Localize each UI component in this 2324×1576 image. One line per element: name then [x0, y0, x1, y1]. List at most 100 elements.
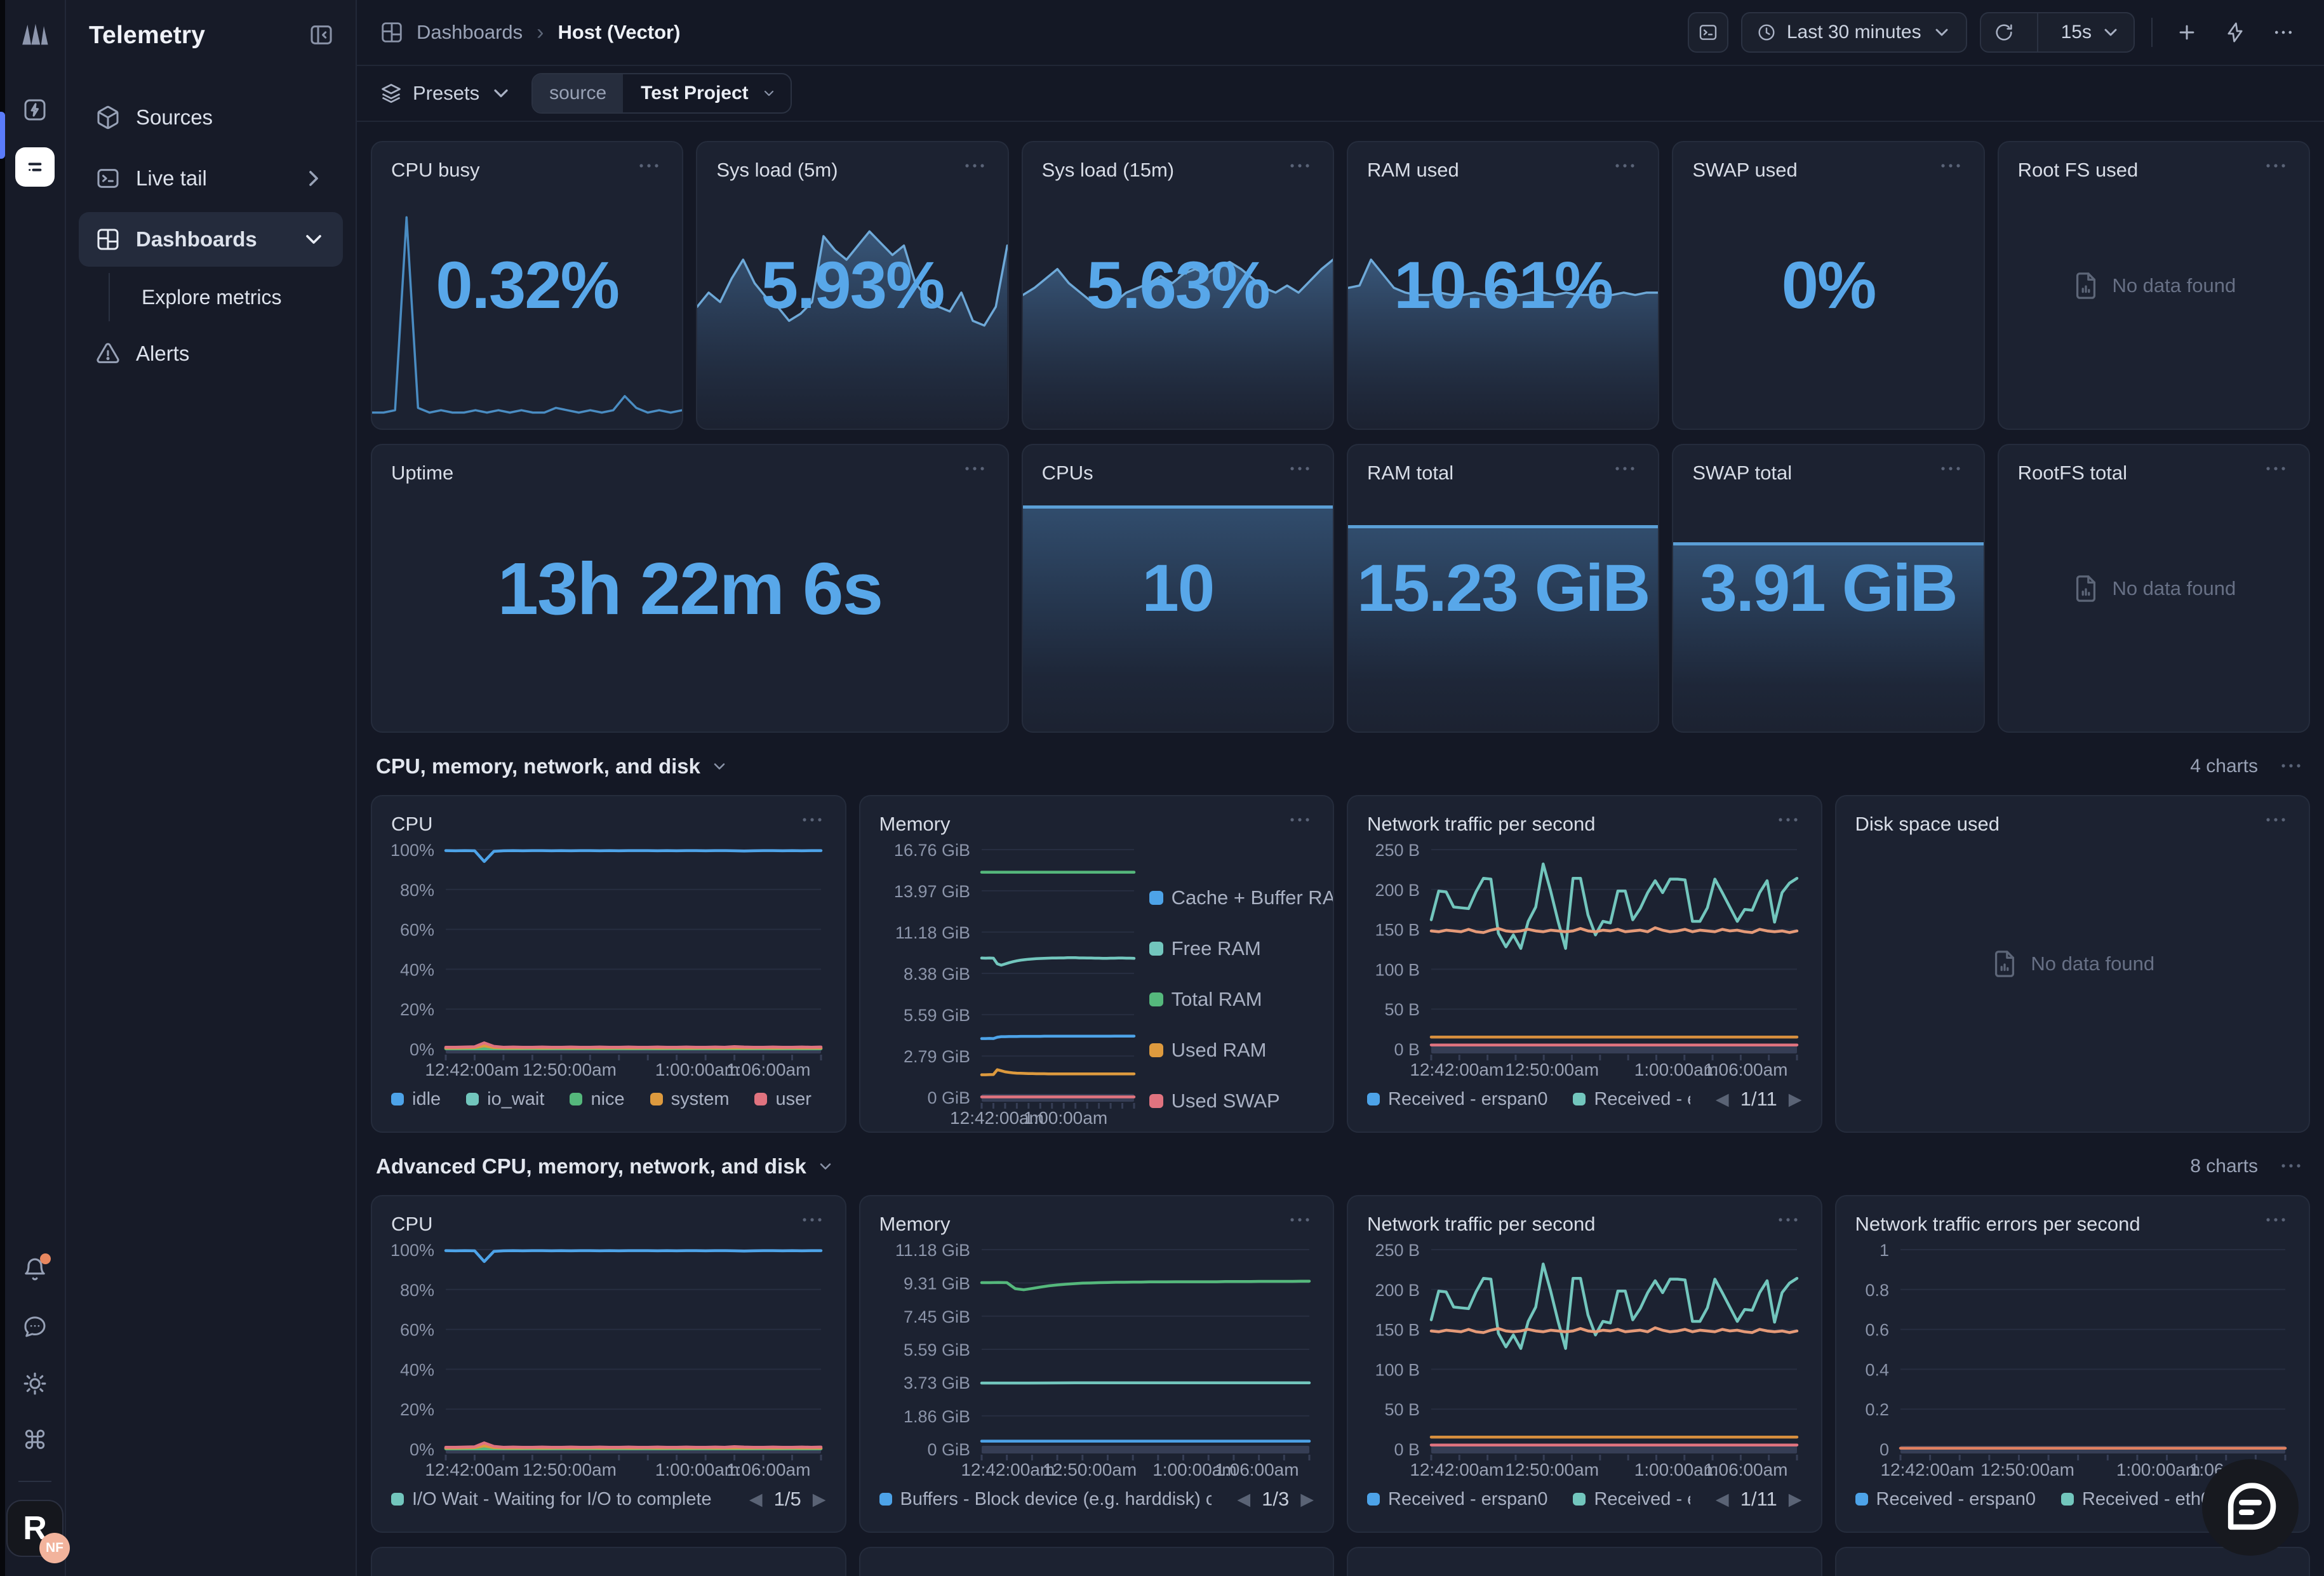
refresh-button[interactable]	[1981, 13, 2027, 51]
chart-plot[interactable]: 16.76 GiB13.97 GiB11.18 GiB8.38 GiB5.59 …	[878, 839, 1140, 1132]
card-title: SWAP used	[1692, 159, 1797, 182]
legend-item-label: nice	[591, 1089, 624, 1110]
add-panel-button[interactable]	[2169, 15, 2205, 50]
card-menu-button[interactable]	[798, 813, 826, 828]
card-menu-button[interactable]	[2262, 813, 2290, 828]
partial-card	[1347, 1547, 1822, 1576]
card-header: Root FS used	[1999, 142, 2309, 182]
sidebar-item-alerts[interactable]: Alerts	[79, 326, 343, 381]
no-data-indicator: No data found	[1836, 796, 2309, 1132]
pager-prev-button[interactable]: ◀	[1716, 1490, 1729, 1509]
support-chat-button[interactable]	[2202, 1459, 2299, 1556]
card-menu-button[interactable]	[1286, 813, 1314, 828]
legend-chip	[1149, 891, 1163, 905]
card-menu-button[interactable]	[1774, 813, 1802, 828]
collapse-sidebar-button[interactable]	[307, 22, 335, 50]
card-header: Disk space used	[1836, 796, 2309, 836]
quickstart-nav-button[interactable]	[15, 90, 55, 130]
legend-item: Used SWAP	[1149, 1090, 1280, 1112]
pager-next-button[interactable]: ▶	[1300, 1490, 1314, 1509]
terminal-button[interactable]	[1688, 12, 1728, 53]
card-menu-button[interactable]	[2262, 1213, 2290, 1228]
legend-item-label: Used SWAP	[1172, 1090, 1280, 1112]
card-menu-button[interactable]	[1286, 159, 1314, 174]
svg-text:100%: 100%	[391, 1241, 434, 1260]
svg-text:12:42:00am: 12:42:00am	[961, 1460, 1055, 1479]
ellipsis-icon	[2264, 463, 2288, 474]
section-title: Advanced CPU, memory, network, and disk	[376, 1154, 806, 1179]
pager-prev-button[interactable]: ◀	[1237, 1490, 1250, 1509]
card-menu-button[interactable]	[1937, 462, 1965, 477]
feedback-button[interactable]	[15, 1307, 55, 1346]
chevron-down-icon	[1932, 22, 1952, 43]
ellipsis-icon	[2279, 760, 2303, 771]
svg-text:0.6: 0.6	[1865, 1321, 1889, 1340]
section-menu-button[interactable]	[2277, 759, 2305, 774]
sidebar-item-sources[interactable]: Sources	[79, 90, 343, 145]
chart-plot[interactable]: 250 B200 B150 B100 B50 B0 B12:42:00am12:…	[1366, 839, 1803, 1086]
card-menu-button[interactable]	[635, 159, 663, 174]
chart-plot[interactable]: 10.80.60.40.2012:42:00am12:50:00am1:00:0…	[1854, 1239, 2292, 1486]
card-menu-button[interactable]	[1937, 159, 1965, 174]
terminal-icon	[95, 166, 121, 191]
chart-card-memory: Memory16.76 GiB13.97 GiB11.18 GiB8.38 Gi…	[859, 795, 1335, 1133]
card-header: RAM total	[1348, 445, 1658, 484]
telemetry-nav-button[interactable]	[15, 147, 55, 187]
chart-card-cpu: CPU 100%80%60%40%20%0%12:42:00am12:50:00a…	[371, 795, 846, 1133]
pager-prev-button[interactable]: ◀	[1716, 1090, 1729, 1109]
svg-text:7.45 GiB: 7.45 GiB	[903, 1307, 970, 1326]
sun-icon	[22, 1371, 48, 1396]
chart-plot[interactable]: 100%80%60%40%20%0%12:42:00am12:50:00am1:…	[390, 839, 827, 1086]
theme-toggle-button[interactable]	[15, 1364, 55, 1403]
pager-next-button[interactable]: ▶	[813, 1490, 826, 1509]
sidebar-item-live-tail[interactable]: Live tail	[79, 151, 343, 206]
ellipsis-icon	[1288, 160, 1312, 171]
live-mode-button[interactable]	[2217, 15, 2253, 50]
card-menu-button[interactable]	[2262, 462, 2290, 477]
card-menu-button[interactable]	[1611, 159, 1639, 174]
pager-prev-button[interactable]: ◀	[749, 1490, 763, 1509]
refresh-interval-button[interactable]: 15s	[2048, 13, 2134, 51]
svg-text:0 GiB: 0 GiB	[927, 1440, 970, 1459]
sidebar-item-dashboards[interactable]: Dashboards	[79, 212, 343, 267]
chart-plot[interactable]: 250 B200 B150 B100 B50 B0 B12:42:00am12:…	[1366, 1239, 1803, 1486]
avatar[interactable]: R NF	[6, 1500, 63, 1557]
chart-title: CPU	[391, 1213, 432, 1236]
legend-item-label: Received - erspan0	[1388, 1489, 1547, 1510]
source-filter[interactable]: source Test Project	[531, 73, 792, 114]
card-header: RootFS total	[1999, 445, 2309, 484]
stat-card-ram-total: RAM total15.23 GiB	[1347, 444, 1659, 733]
chevron-down-icon	[711, 758, 728, 775]
pager-next-button[interactable]: ▶	[1789, 1090, 1802, 1109]
time-range-button[interactable]: Last 30 minutes	[1741, 12, 1967, 53]
pager-next-button[interactable]: ▶	[1789, 1490, 1802, 1509]
card-menu-button[interactable]	[1286, 462, 1314, 477]
ellipsis-icon	[800, 1214, 824, 1225]
svg-text:200 B: 200 B	[1375, 881, 1420, 900]
card-menu-button[interactable]	[2262, 159, 2290, 174]
stat-card-root-fs-used: Root FS used No data found	[1998, 141, 2310, 430]
no-data-label: No data found	[2112, 274, 2236, 297]
breadcrumb-dashboards[interactable]: Dashboards	[417, 21, 523, 44]
section-menu-button[interactable]	[2277, 1159, 2305, 1174]
terminal-icon	[1698, 22, 1718, 43]
more-options-button[interactable]	[2266, 15, 2301, 50]
no-data-indicator: No data found	[1999, 142, 2309, 429]
card-menu-button[interactable]	[1611, 462, 1639, 477]
card-menu-button[interactable]	[798, 1213, 826, 1228]
chart-title: CPU	[391, 813, 432, 836]
command-palette-button[interactable]: ⌘	[15, 1421, 55, 1460]
chart-plot[interactable]: 11.18 GiB9.31 GiB7.45 GiB5.59 GiB3.73 Gi…	[878, 1239, 1316, 1486]
card-menu-button[interactable]	[961, 159, 989, 174]
card-menu-button[interactable]	[1774, 1213, 1802, 1228]
notifications-button[interactable]	[15, 1250, 55, 1289]
controls-divider	[2151, 18, 2153, 47]
card-menu-button[interactable]	[1286, 1213, 1314, 1228]
breadcrumb-separator: ›	[535, 20, 545, 45]
card-menu-button[interactable]	[961, 462, 989, 477]
presets-button[interactable]: Presets	[380, 82, 512, 105]
stat-card-swap-used: SWAP used0%	[1672, 141, 1984, 430]
sidebar-item-explore-metrics[interactable]: Explore metrics	[138, 273, 343, 321]
pager-count: 1/5	[774, 1488, 801, 1511]
chart-plot[interactable]: 100%80%60%40%20%0%12:42:00am12:50:00am1:…	[390, 1239, 827, 1486]
